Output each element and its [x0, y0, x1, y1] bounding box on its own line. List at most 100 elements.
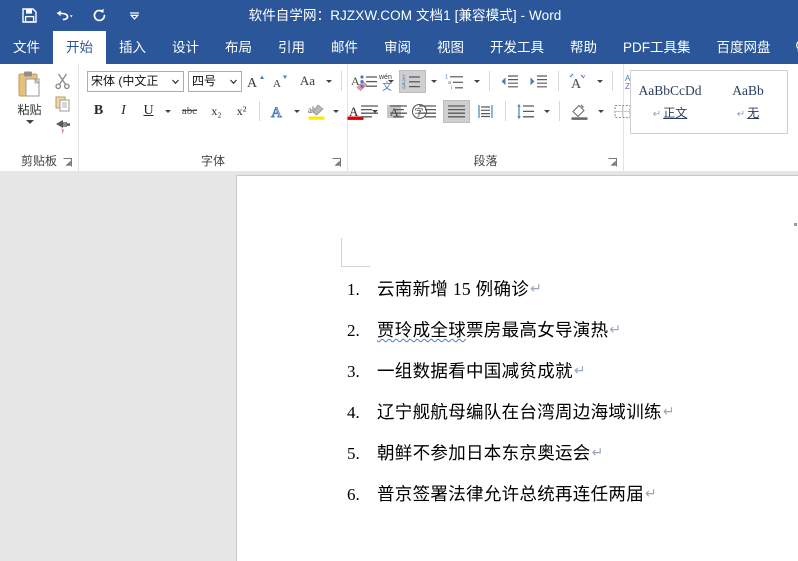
chevron-down-icon[interactable]: [168, 77, 183, 86]
grow-font-icon[interactable]: A: [244, 70, 267, 93]
bullets-caret[interactable]: [385, 70, 397, 93]
divider: [612, 71, 613, 91]
cut-icon[interactable]: [53, 71, 72, 90]
tab-mailings[interactable]: 邮件: [318, 31, 371, 64]
list-item[interactable]: 1. 云南新增 15 例确诊↵: [347, 276, 787, 317]
bold-button[interactable]: B: [87, 100, 110, 123]
tab-file[interactable]: 文件: [0, 31, 53, 64]
text-effects-icon[interactable]: A: [266, 100, 289, 123]
change-case-caret[interactable]: [323, 70, 335, 93]
ribbon-tab-bar: 文件 开始 插入 设计 布局 引用 邮件 审阅 视图 开发工具 帮助 PDF工具…: [0, 31, 798, 64]
tab-design[interactable]: 设计: [159, 31, 212, 64]
tab-insert[interactable]: 插入: [106, 31, 159, 64]
style-item-no-spacing[interactable]: AaBb ↵ 无: [709, 71, 787, 133]
text-effects-caret[interactable]: [291, 100, 303, 123]
divider: [489, 71, 490, 91]
ribbon-group-paragraph: 1 2 3 1 a i A A Z 段落: [348, 64, 675, 171]
tab-review[interactable]: 审阅: [371, 31, 424, 64]
list-item[interactable]: 5. 朝鲜不参加日本东京奥运会↵: [347, 440, 787, 481]
change-case-label: Aa: [299, 73, 316, 88]
font-size-combo[interactable]: 四号: [188, 70, 242, 92]
list-item[interactable]: 4. 辽宁舰航母编队在台湾周边海域训练↵: [347, 399, 787, 440]
numbering-icon[interactable]: 1 2 3: [399, 69, 426, 93]
line-spacing-icon[interactable]: [512, 100, 539, 123]
list-item-number: 5.: [347, 444, 360, 463]
tab-layout[interactable]: 布局: [212, 31, 265, 64]
paragraph-group-label-text: 段落: [473, 154, 498, 168]
multilevel-list-icon[interactable]: 1 a i: [442, 70, 469, 93]
list-item[interactable]: 2. 贾玲成全球票房最高女导演热↵: [347, 317, 787, 358]
style-name-normal-text: 正文: [663, 106, 688, 120]
list-item-text-plain: 票房最高女导演热: [466, 320, 609, 340]
asian-layout-caret[interactable]: [594, 70, 606, 93]
svg-text:A: A: [273, 78, 281, 90]
save-icon[interactable]: [18, 5, 40, 27]
ribbon-group-clipboard: 粘贴 剪贴板: [0, 64, 79, 171]
shading-icon[interactable]: [566, 100, 593, 123]
increase-indent-icon[interactable]: [525, 70, 552, 93]
style-item-normal[interactable]: AaBbCcDd ↵ 正文: [631, 71, 709, 133]
clipboard-small-buttons: [53, 67, 72, 136]
shrink-font-icon[interactable]: A: [269, 70, 292, 93]
paragraph-mark-icon: ↵: [591, 445, 604, 461]
underline-caret[interactable]: [162, 100, 174, 123]
underline-button[interactable]: U: [137, 100, 160, 123]
list-item[interactable]: 6. 普京签署法律允许总统再连任两届↵: [347, 481, 787, 522]
strikethrough-label: abc: [181, 105, 198, 117]
font-name-combo[interactable]: 宋体 (中文正: [87, 70, 184, 92]
clipboard-group-label: 剪贴板: [0, 152, 78, 171]
clipboard-dialog-launcher-icon[interactable]: [62, 157, 73, 168]
list-item-text-plain: 一组数据看中国减贫成就: [377, 361, 573, 381]
paste-button[interactable]: 粘贴: [6, 67, 53, 125]
align-right-icon[interactable]: [414, 100, 441, 123]
numbering-caret[interactable]: [428, 70, 440, 93]
font-name-value: 宋体 (中文正: [91, 73, 159, 88]
italic-button[interactable]: I: [112, 100, 135, 123]
tab-view[interactable]: 视图: [424, 31, 477, 64]
font-dialog-launcher-icon[interactable]: [331, 157, 342, 168]
ribbon-group-styles: AaBbCcDd ↵ 正文 AaBb ↵ 无: [624, 64, 798, 171]
tab-references[interactable]: 引用: [265, 31, 318, 64]
paragraph-dialog-launcher-icon[interactable]: [607, 157, 618, 168]
decrease-indent-icon[interactable]: [496, 70, 523, 93]
align-left-icon[interactable]: [356, 100, 383, 123]
shading-caret[interactable]: [595, 100, 607, 123]
document-page[interactable]: 1. 云南新增 15 例确诊↵ 2. 贾玲成全球票房最高女导演热↵ 3. 一组数…: [236, 175, 798, 561]
superscript-button[interactable]: x²: [230, 100, 253, 123]
italic-label: I: [121, 103, 126, 118]
svg-text:3: 3: [402, 83, 406, 90]
undo-icon[interactable]: [53, 5, 75, 27]
highlight-color-caret[interactable]: [330, 100, 342, 123]
list-item-text: 辽宁舰航母编队在台湾周边海域训练↵: [377, 399, 675, 424]
bullets-icon[interactable]: [356, 70, 383, 93]
copy-icon[interactable]: [53, 94, 72, 113]
numbered-list[interactable]: 1. 云南新增 15 例确诊↵ 2. 贾玲成全球票房最高女导演热↵ 3. 一组数…: [347, 276, 787, 522]
tab-pdf-tools[interactable]: PDF工具集: [610, 31, 704, 64]
redo-icon[interactable]: [88, 5, 110, 27]
align-justify-icon[interactable]: [443, 99, 470, 123]
list-item[interactable]: 3. 一组数据看中国减贫成就↵: [347, 358, 787, 399]
align-distributed-icon[interactable]: [472, 100, 499, 123]
lightbulb-icon[interactable]: [784, 31, 798, 64]
customize-qat-icon[interactable]: [123, 5, 145, 27]
paste-label: 粘贴: [17, 103, 42, 117]
paragraph-mark-icon: ↵: [645, 486, 658, 502]
tab-help[interactable]: 帮助: [557, 31, 610, 64]
document-workspace[interactable]: 1. 云南新增 15 例确诊↵ 2. 贾玲成全球票房最高女导演热↵ 3. 一组数…: [0, 171, 798, 561]
asian-layout-icon[interactable]: A: [565, 70, 592, 93]
change-case-icon[interactable]: Aa: [294, 70, 321, 93]
highlight-color-icon[interactable]: ab: [305, 100, 328, 123]
align-center-icon[interactable]: [385, 100, 412, 123]
line-spacing-caret[interactable]: [541, 100, 553, 123]
tab-developer[interactable]: 开发工具: [477, 31, 557, 64]
tab-baidu-netdisk[interactable]: 百度网盘: [704, 31, 784, 64]
strikethrough-button[interactable]: abc: [176, 100, 203, 123]
list-item-text: 一组数据看中国减贫成就↵: [377, 358, 586, 383]
chevron-down-icon[interactable]: [226, 77, 241, 86]
format-painter-icon[interactable]: [53, 117, 72, 136]
tab-home[interactable]: 开始: [53, 31, 106, 64]
subscript-button[interactable]: x₂: [205, 100, 228, 123]
paste-dropdown-caret[interactable]: [25, 120, 34, 124]
multilevel-list-caret[interactable]: [471, 70, 483, 93]
paragraph-mark-icon: ↵: [662, 404, 675, 420]
